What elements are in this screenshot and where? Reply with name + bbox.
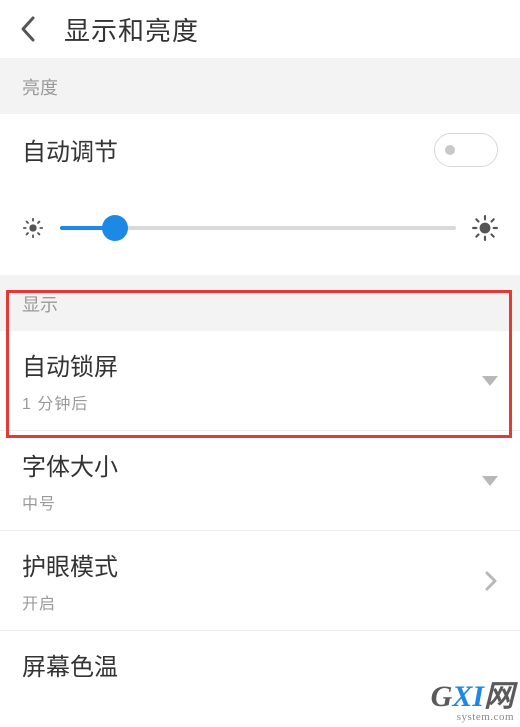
- auto-lock-row[interactable]: 自动锁屏 1 分钟后: [0, 331, 520, 430]
- font-size-row[interactable]: 字体大小 中号: [0, 431, 520, 530]
- watermark-url: system.com: [431, 712, 514, 723]
- color-temp-label: 屏幕色温: [22, 647, 118, 682]
- toggle-knob: [445, 145, 455, 155]
- section-header-brightness: 亮度: [0, 58, 520, 114]
- caret-down-icon: [482, 476, 498, 486]
- eye-care-value: 开启: [22, 590, 118, 614]
- brightness-slider[interactable]: [60, 226, 456, 230]
- sun-low-icon: [22, 217, 44, 239]
- page-title: 显示和亮度: [64, 11, 199, 48]
- eye-care-row[interactable]: 护眼模式 开启: [0, 531, 520, 630]
- sun-high-icon: [472, 215, 498, 241]
- auto-lock-value: 1 分钟后: [22, 390, 118, 414]
- chevron-left-icon: [19, 15, 37, 43]
- auto-adjust-label: 自动调节: [22, 132, 118, 167]
- auto-lock-label: 自动锁屏: [22, 347, 118, 382]
- auto-adjust-toggle[interactable]: [434, 133, 498, 167]
- back-button[interactable]: [8, 9, 48, 49]
- font-size-value: 中号: [22, 490, 118, 514]
- watermark-xi: XI: [452, 680, 484, 713]
- slider-thumb[interactable]: [102, 215, 128, 241]
- caret-down-icon: [482, 376, 498, 386]
- header-bar: 显示和亮度: [0, 0, 520, 58]
- watermark-g: G: [431, 680, 453, 713]
- eye-care-label: 护眼模式: [22, 547, 118, 582]
- font-size-label: 字体大小: [22, 447, 118, 482]
- watermark: GXI网 system.com: [431, 682, 514, 723]
- chevron-right-icon: [484, 570, 498, 592]
- brightness-slider-row: [0, 185, 520, 275]
- watermark-suffix: 网: [484, 680, 514, 713]
- section-header-display: 显示: [0, 275, 520, 331]
- auto-adjust-row: 自动调节: [0, 114, 520, 185]
